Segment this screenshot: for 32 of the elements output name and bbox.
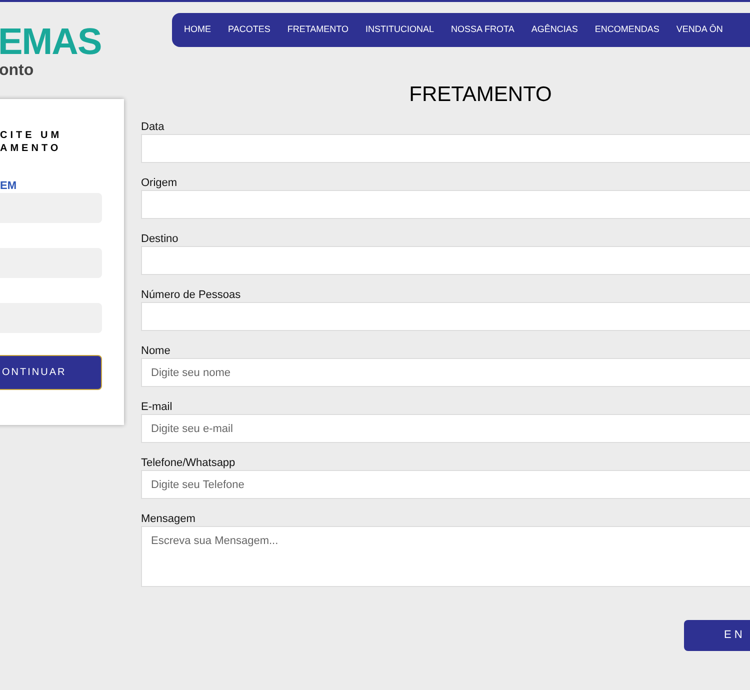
- nav-link[interactable]: ENCOMENDAS: [594, 23, 660, 37]
- field-label: E-mail: [141, 401, 174, 414]
- input-field[interactable]: Digite seu e-mail: [141, 414, 750, 443]
- submit-button[interactable]: EN: [684, 620, 750, 651]
- field-label: Origem: [141, 177, 178, 190]
- nav-link[interactable]: VENDA ÔN: [676, 23, 723, 37]
- nav-link[interactable]: NOSSA FROTA: [451, 23, 514, 37]
- field-label: Mensagem: [141, 513, 196, 526]
- input-field[interactable]: [141, 190, 750, 219]
- field-label: Número de Pessoas: [141, 289, 242, 302]
- continue-button[interactable]: ONTINUAR: [0, 355, 102, 390]
- nav-link[interactable]: AGÊNCIAS: [531, 23, 578, 37]
- input-field[interactable]: [141, 134, 750, 163]
- page-title: FRETAMENTO: [408, 82, 553, 108]
- nav-link[interactable]: FRETAMENTO: [287, 23, 349, 37]
- field-label: Data: [141, 121, 166, 134]
- nav-link[interactable]: PACOTES: [228, 23, 270, 37]
- field-label: EM: [0, 180, 18, 193]
- field-label: Telefone/Whatsapp: [141, 457, 236, 470]
- card-title: CITE UM: [0, 129, 64, 142]
- input-field[interactable]: [141, 302, 750, 331]
- logo-title: EMAS: [0, 22, 102, 62]
- nav-link[interactable]: HOME: [184, 23, 211, 37]
- input-field[interactable]: [141, 246, 750, 275]
- logo-subtitle: onto: [0, 62, 35, 80]
- input-field[interactable]: Digite seu Telefone: [141, 470, 750, 499]
- input-field[interactable]: Digite seu nome: [141, 358, 750, 387]
- field-label: Nome: [141, 345, 172, 358]
- nav-link[interactable]: INSTITUCIONAL: [366, 23, 434, 37]
- field-label: Destino: [141, 233, 180, 246]
- card-title: AMENTO: [0, 142, 62, 155]
- message-field[interactable]: Escreva sua Mensagem...: [141, 526, 750, 587]
